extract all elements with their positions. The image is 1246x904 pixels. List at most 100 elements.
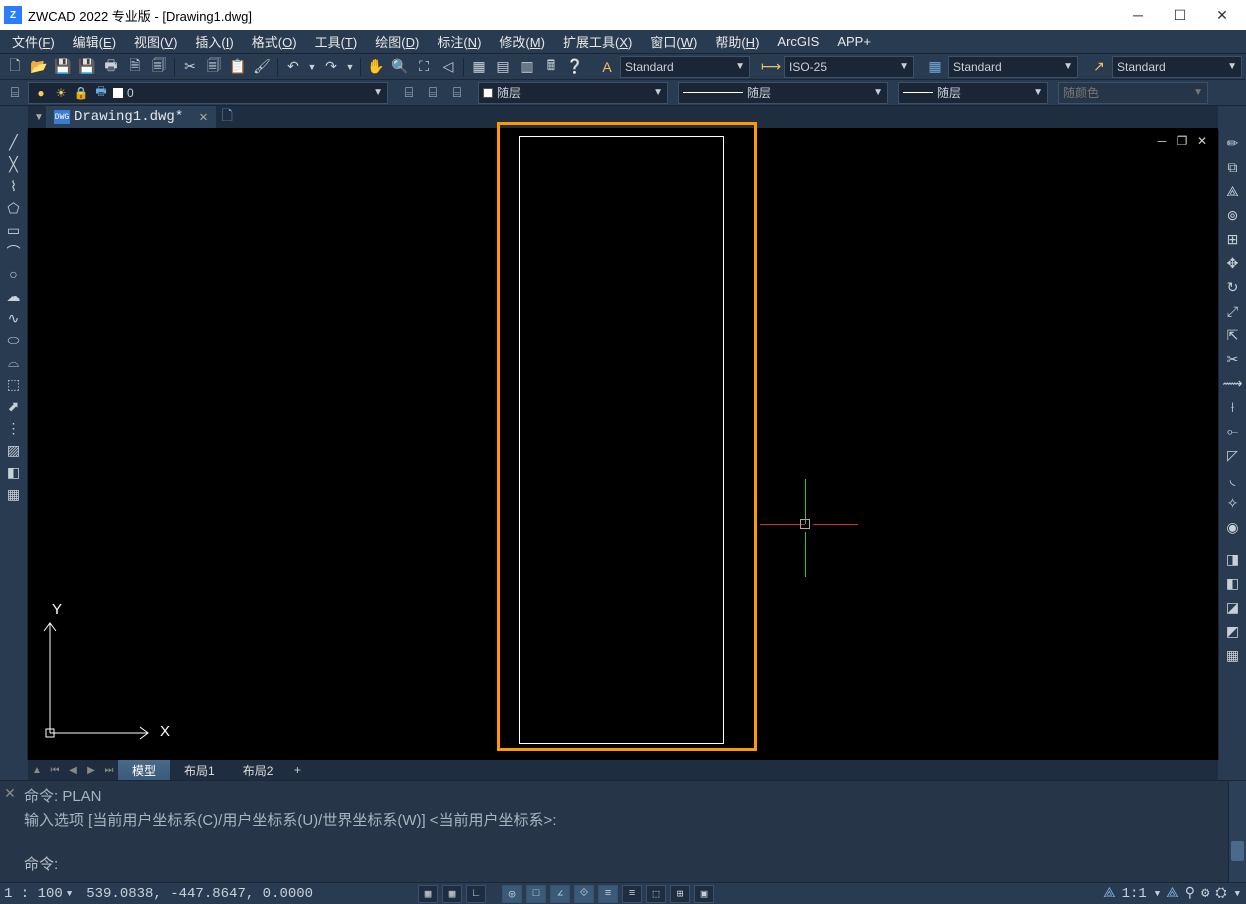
ortho-toggle[interactable]: ∟ bbox=[466, 885, 486, 903]
plot-icon[interactable]: 🖶 bbox=[100, 56, 122, 78]
circle-icon[interactable]: ○ bbox=[3, 264, 25, 284]
doc-restore-icon[interactable]: ❐ bbox=[1174, 134, 1190, 148]
move-icon[interactable]: ✥ bbox=[1222, 252, 1244, 274]
scroll-up-icon[interactable]: ▲ bbox=[28, 761, 46, 779]
plotstyle-combo[interactable]: 随颜色▼ bbox=[1058, 82, 1208, 104]
line-icon[interactable]: ╱ bbox=[3, 132, 25, 152]
design-center-icon[interactable]: ▤ bbox=[492, 56, 514, 78]
menu-arcgis[interactable]: ArcGIS bbox=[769, 32, 827, 51]
layout-first-icon[interactable]: ⏮ bbox=[46, 761, 64, 779]
hatch-icon[interactable]: ▨ bbox=[3, 440, 25, 460]
extend-icon[interactable]: ⟿ bbox=[1222, 372, 1244, 394]
point-icon[interactable]: ⋮ bbox=[3, 418, 25, 438]
join-icon[interactable]: ⟜ bbox=[1222, 420, 1244, 442]
draworder-front-icon[interactable]: ◨ bbox=[1222, 548, 1244, 570]
new-icon[interactable]: 🗋 bbox=[4, 56, 26, 78]
polyline-icon[interactable]: ⌇ bbox=[3, 176, 25, 196]
tab-layout2[interactable]: 布局2 bbox=[229, 760, 288, 780]
menu-draw[interactable]: 绘图(D) bbox=[367, 30, 427, 53]
maximize-button[interactable]: ☐ bbox=[1160, 1, 1200, 29]
saveall-icon[interactable]: 💾 bbox=[76, 56, 98, 78]
insert-icon[interactable]: ⬈ bbox=[3, 396, 25, 416]
zoom-win-icon[interactable]: ⛶ bbox=[413, 56, 435, 78]
layer-prev-icon[interactable]: ⌸ bbox=[398, 82, 420, 104]
zoom-prev-icon[interactable]: ◁ bbox=[437, 56, 459, 78]
break-icon[interactable]: ⟊ bbox=[1222, 396, 1244, 418]
grid-toggle[interactable]: ▦ bbox=[442, 885, 462, 903]
copy-obj-icon[interactable]: ⧉ bbox=[1222, 156, 1244, 178]
chamfer-icon[interactable]: ◸ bbox=[1222, 444, 1244, 466]
linetype-combo[interactable]: 随层▼ bbox=[678, 82, 888, 104]
layout-last-icon[interactable]: ⏭ bbox=[100, 761, 118, 779]
drawing-canvas[interactable]: ─ ❐ ✕ X Y bbox=[28, 128, 1218, 760]
rectangle-icon[interactable]: ▭ bbox=[3, 220, 25, 240]
dyn-toggle[interactable]: ⟐ bbox=[574, 885, 594, 903]
explode-icon[interactable]: ✧ bbox=[1222, 492, 1244, 514]
doc-tab-drawing1[interactable]: DWG Drawing1.dwg* ✕ bbox=[46, 106, 216, 128]
lwt-toggle[interactable]: ≡ bbox=[598, 885, 618, 903]
table-style-combo[interactable]: Standard▼ bbox=[948, 56, 1078, 78]
draworder-back-icon[interactable]: ◧ bbox=[1222, 572, 1244, 594]
dimstyle-icon[interactable]: ⟼ bbox=[760, 56, 782, 78]
polar-toggle[interactable]: ◎ bbox=[502, 885, 522, 903]
draworder-hatch-icon[interactable]: ▦ bbox=[1222, 644, 1244, 666]
menu-modify[interactable]: 修改(M) bbox=[491, 30, 553, 53]
undo-dd-icon[interactable]: ▼ bbox=[306, 56, 318, 78]
menu-express[interactable]: 扩展工具(X) bbox=[555, 30, 640, 53]
revcloud-icon[interactable]: ☁ bbox=[3, 286, 25, 306]
dim-style-combo[interactable]: ISO-25▼ bbox=[784, 56, 914, 78]
trim-icon[interactable]: ✂ bbox=[1222, 348, 1244, 370]
status-scale[interactable]: 1 : 100 bbox=[4, 886, 63, 902]
close-tab-icon[interactable]: ✕ bbox=[199, 109, 207, 126]
cmd-scrollbar[interactable] bbox=[1228, 781, 1246, 882]
properties-icon[interactable]: ▦ bbox=[468, 56, 490, 78]
menu-window[interactable]: 窗口(W) bbox=[642, 30, 705, 53]
scale-dd-icon[interactable]: ▼ bbox=[67, 889, 72, 899]
new-tab-button[interactable]: 🗋 bbox=[216, 106, 239, 128]
layer-state-icon[interactable]: ⌸ bbox=[422, 82, 444, 104]
doc-minimize-icon[interactable]: ─ bbox=[1154, 134, 1170, 148]
stretch-icon[interactable]: ⇱ bbox=[1222, 324, 1244, 346]
menu-dimension[interactable]: 标注(N) bbox=[429, 30, 489, 53]
model-toggle[interactable]: ⬚ bbox=[646, 885, 666, 903]
preview-icon[interactable]: 🗎 bbox=[124, 56, 146, 78]
menu-edit[interactable]: 编辑(E) bbox=[65, 30, 124, 53]
gradient-icon[interactable]: ◧ bbox=[3, 462, 25, 482]
textstyle-icon[interactable]: A bbox=[596, 56, 618, 78]
publish-icon[interactable]: 🗐 bbox=[148, 56, 170, 78]
workspace-icon[interactable]: ⚙ bbox=[1201, 885, 1209, 902]
draworder-under-icon[interactable]: ◩ bbox=[1222, 620, 1244, 642]
offset-icon[interactable]: ⊚ bbox=[1222, 204, 1244, 226]
otrack-toggle[interactable]: ∠ bbox=[550, 885, 570, 903]
table-icon[interactable]: ▦ bbox=[3, 484, 25, 504]
arc-icon[interactable]: ⌒ bbox=[3, 242, 25, 262]
tool-palette-icon[interactable]: ▥ bbox=[516, 56, 538, 78]
menu-appplus[interactable]: APP+ bbox=[829, 32, 879, 51]
color-combo[interactable]: 随层▼ bbox=[478, 82, 668, 104]
layout-prev-icon[interactable]: ◀ bbox=[64, 761, 82, 779]
cut-icon[interactable]: ✂ bbox=[179, 56, 201, 78]
paste-icon[interactable]: 📋 bbox=[227, 56, 249, 78]
menu-view[interactable]: 视图(V) bbox=[126, 30, 185, 53]
prop-icon[interactable]: ◉ bbox=[1222, 516, 1244, 538]
cycling-toggle[interactable]: ≡ bbox=[622, 885, 642, 903]
anno-visibility-icon[interactable]: ⟁ bbox=[1103, 886, 1116, 902]
minimize-button[interactable]: ─ bbox=[1118, 1, 1158, 29]
spline-icon[interactable]: ∿ bbox=[3, 308, 25, 328]
draworder-above-icon[interactable]: ◪ bbox=[1222, 596, 1244, 618]
mleaderstyle-icon[interactable]: ↗ bbox=[1088, 56, 1110, 78]
tablestyle-icon[interactable]: ▦ bbox=[924, 56, 946, 78]
layer-combo[interactable]: ● ☀ 🔒 🖶 0 ▼ bbox=[28, 82, 388, 104]
doc-close-icon[interactable]: ✕ bbox=[1194, 134, 1210, 148]
array-icon[interactable]: ⊞ bbox=[1222, 228, 1244, 250]
anno-scale-dd-icon[interactable]: ▼ bbox=[1155, 889, 1160, 899]
text-style-combo[interactable]: Standard▼ bbox=[620, 56, 750, 78]
command-text[interactable]: 命令: PLAN 输入选项 [当前用户坐标系(C)/用户坐标系(U)/世界坐标系… bbox=[20, 781, 1228, 882]
cmd-close-icon[interactable]: ✕ bbox=[0, 781, 20, 882]
osnap-toggle[interactable]: □ bbox=[526, 885, 546, 903]
menu-tools[interactable]: 工具(T) bbox=[307, 30, 366, 53]
layer-iso-icon[interactable]: ⌸ bbox=[446, 82, 468, 104]
ellipse-icon[interactable]: ⬭ bbox=[3, 330, 25, 350]
performance-icon[interactable]: ⛭ bbox=[1215, 886, 1226, 902]
tab-model[interactable]: 模型 bbox=[118, 760, 170, 780]
